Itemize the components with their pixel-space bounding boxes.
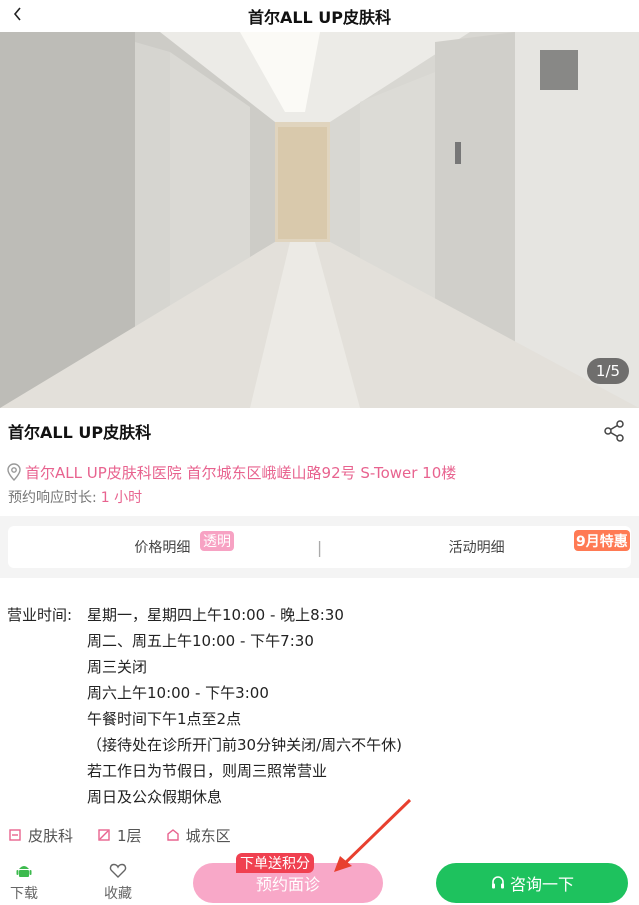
category-icon (9, 829, 21, 841)
clinic-name: 首尔ALL UP皮肤科 (8, 423, 152, 442)
hours-line: 周二、周五上午10:00 - 下午7:30 (87, 632, 314, 650)
heart-icon (109, 863, 127, 878)
address-text: 首尔ALL UP皮肤科医院 首尔城东区峨嵯山路92号 S-Tower 10楼 (25, 463, 457, 482)
clinic-address[interactable]: 首尔ALL UP皮肤科医院 首尔城东区峨嵯山路92号 S-Tower 10楼 (6, 461, 636, 483)
district-icon (166, 829, 179, 841)
clinic-hallway-photo (0, 32, 639, 408)
detail-tabs: 价格明细 | 活动明细 (8, 526, 631, 568)
hours-line: 周三关闭 (87, 658, 148, 676)
tab-price-label: 价格明细 (134, 540, 191, 556)
tag-floor: 1层 (97, 825, 142, 846)
clinic-name-row: 首尔ALL UP皮肤科 (0, 408, 639, 454)
tag-category-label: 皮肤科 (28, 826, 74, 845)
tab-activity-label: 活动明细 (448, 540, 505, 556)
hours-line: 周日及公众假期休息 (87, 788, 223, 806)
consult-label: 咨询一下 (509, 875, 574, 894)
page-title: 首尔ALL UP皮肤科 (247, 8, 392, 27)
favorite-button[interactable]: 收藏 (104, 862, 132, 903)
tag-district-label: 城东区 (185, 826, 231, 845)
tag-floor-label: 1层 (117, 826, 142, 845)
download-button[interactable]: 下载 (10, 862, 38, 903)
location-pin-icon (7, 463, 21, 481)
tag-category: 皮肤科 (8, 825, 73, 846)
favorite-label: 收藏 (104, 886, 132, 902)
top-nav-bar: 首尔ALL UP皮肤科 (0, 0, 639, 32)
transparent-badge: 透明 (200, 531, 234, 551)
headset-icon (491, 876, 504, 889)
tab-price-details[interactable]: 价格明细 (8, 526, 317, 568)
android-icon (16, 866, 32, 877)
floor-icon (98, 829, 110, 841)
consult-button[interactable]: 咨询一下 (436, 863, 628, 903)
clinic-photo-gallery[interactable]: 1/5 (0, 32, 639, 408)
share-icon[interactable] (603, 420, 625, 442)
points-promo-badge: 下单送积分 (236, 853, 314, 873)
hours-label: 营业时间: (7, 606, 73, 624)
chevron-left-icon (13, 7, 21, 21)
september-offer-badge: 9月特惠 (574, 530, 630, 551)
gallery-counter: 1/5 (587, 358, 629, 384)
bottom-action-bar: 下载 收藏 预约面诊 下单送积分 咨询一下 (0, 853, 639, 905)
tag-district: 城东区 (166, 825, 231, 846)
back-button[interactable] (6, 0, 30, 28)
hours-line: 星期一，星期四上午10:00 - 晚上8:30 (87, 606, 344, 624)
clinic-tags: 皮肤科 1层 城东区 (8, 824, 255, 846)
hours-line: 午餐时间下午1点至2点 (87, 710, 242, 728)
response-time: 预约响应时长: 1 小时 (8, 486, 142, 508)
hours-line: 周六上午10:00 - 下午3:00 (87, 684, 269, 702)
hours-line: 若工作日为节假日，则周三照常营业 (87, 762, 328, 780)
response-value: 1 小时 (100, 490, 143, 506)
response-label: 预约响应时长: (8, 490, 97, 506)
hours-line: （接待处在诊所开门前30分钟关闭/周六不午休) (87, 736, 402, 754)
download-label: 下载 (10, 886, 38, 902)
